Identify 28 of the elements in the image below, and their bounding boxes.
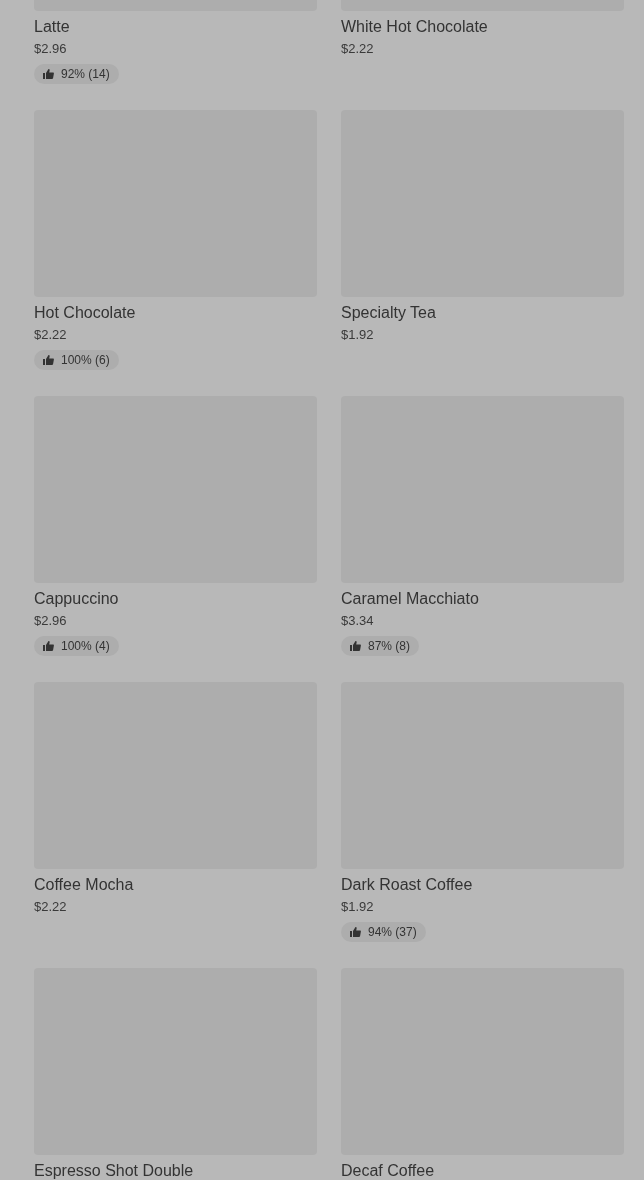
- thumbs-up-icon: [43, 69, 54, 79]
- item-price: $1.92: [341, 898, 375, 916]
- item-price: $1.92: [341, 326, 375, 344]
- item-price: $2.96: [34, 40, 68, 58]
- thumbs-up-icon: [43, 641, 54, 651]
- rating-badge: 87% (8): [341, 636, 420, 656]
- item-price: $3.34: [341, 612, 375, 630]
- item-price: $2.22: [34, 326, 68, 344]
- item-name: Dark Roast Coffee: [341, 875, 474, 895]
- item-name: Caramel Macchiato: [341, 589, 480, 609]
- item-price: $2.22: [34, 898, 68, 916]
- item-name: Hot Chocolate: [34, 303, 137, 323]
- thumbs-up-icon: [43, 355, 54, 365]
- item-name: Specialty Tea: [341, 303, 437, 323]
- item-name: Cappuccino: [34, 589, 120, 609]
- rating-badge: 100% (4): [34, 636, 119, 656]
- thumbs-up-icon: [350, 641, 361, 651]
- item-name: Latte: [34, 17, 71, 37]
- rating-badge: 92% (14): [34, 64, 119, 84]
- thumbs-up-icon: [350, 927, 361, 937]
- rating-badge: 94% (37): [341, 922, 426, 942]
- item-price: $2.96: [34, 612, 68, 630]
- item-name: White Hot Chocolate: [341, 17, 489, 37]
- rating-badge: 100% (6): [34, 350, 119, 370]
- item-name: Espresso Shot Double: [34, 1161, 195, 1180]
- item-price: $2.22: [341, 40, 375, 58]
- item-name: Coffee Mocha: [34, 875, 135, 895]
- item-name: Decaf Coffee: [341, 1161, 436, 1180]
